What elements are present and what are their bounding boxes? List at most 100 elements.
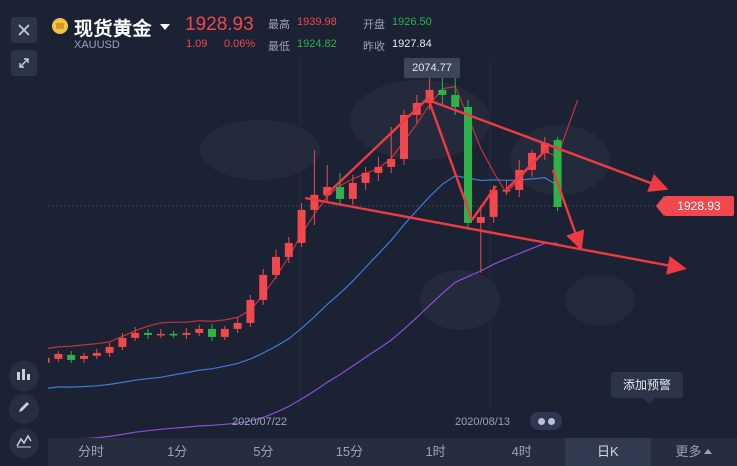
left-tool-rail: [0, 0, 48, 466]
last-price: 1928.93: [185, 14, 254, 35]
ma-lower-line: [83, 242, 558, 438]
candle: [80, 352, 88, 363]
candle-body: [67, 354, 76, 360]
chevron-down-icon[interactable]: [160, 24, 170, 30]
candle: [348, 174, 357, 205]
candle-body: [387, 158, 396, 167]
add-alert-button[interactable]: 添加预警: [611, 372, 683, 404]
toggle-dot: [547, 417, 555, 425]
period-tabs: 分时 1分 5分 15分 1时 4时 日K 更多: [48, 438, 737, 466]
candle: [284, 236, 293, 263]
quote-header: 现货黄金 XAUUSD 1928.93 1.09 0.06% 最高 1939.9…: [52, 10, 472, 54]
open-value: 1926.50: [392, 16, 432, 28]
candle-body: [156, 333, 165, 336]
symbol-code: XAUUSD: [74, 39, 120, 51]
indicator-icon: [15, 366, 33, 387]
tab-timeshare[interactable]: 分时: [48, 438, 134, 466]
candle-body: [336, 186, 344, 199]
tab-daily[interactable]: 日K: [564, 438, 651, 466]
candle-body: [220, 328, 229, 337]
chevron-up-icon: [704, 449, 713, 454]
candle-body: [92, 352, 101, 356]
current-price-tag: 1928.93: [656, 196, 734, 216]
tab-15min[interactable]: 15分: [306, 438, 392, 466]
toggle-dot: [537, 417, 545, 425]
candle: [208, 323, 216, 341]
expand-icon: [17, 56, 31, 70]
draw-button[interactable]: [9, 394, 39, 424]
candle-body: [54, 353, 63, 359]
candle: [92, 348, 101, 359]
candle-body: [118, 337, 127, 347]
candle-body: [348, 182, 357, 199]
candle-body: [105, 346, 114, 353]
prev-close-label: 昨收: [363, 41, 385, 53]
low-label: 最低: [268, 41, 290, 53]
candle-body: [284, 242, 293, 257]
date-label-1: 2020/07/22: [232, 416, 288, 428]
candle: [297, 202, 306, 247]
tab-1min[interactable]: 1分: [134, 438, 220, 466]
candle-body: [246, 299, 255, 323]
candle: [246, 294, 255, 327]
line-chart-icon: [16, 434, 32, 453]
high-value: 1939.98: [297, 16, 337, 28]
candle: [272, 249, 280, 279]
candle-body: [438, 89, 447, 95]
candle: [323, 164, 332, 203]
candle-body: [233, 322, 242, 329]
candle: [374, 156, 383, 181]
expand-button[interactable]: [11, 50, 37, 76]
pencil-icon: [17, 400, 31, 419]
candle: [144, 328, 152, 339]
price-change: 1.09: [186, 38, 208, 50]
candle: [67, 350, 76, 363]
candle: [54, 350, 63, 362]
candle-body: [361, 172, 370, 183]
scroll-toggle[interactable]: [530, 412, 562, 430]
chart-type-button[interactable]: [9, 428, 39, 458]
close-icon: [17, 23, 31, 37]
peak-price-label: 2074.77: [404, 58, 460, 78]
candle: [182, 327, 191, 339]
close-button[interactable]: [11, 17, 37, 43]
symbol-name[interactable]: 现货黄金: [74, 14, 152, 41]
chart-app: 现货黄金 XAUUSD 1928.93 1.09 0.06% 最高 1939.9…: [0, 0, 737, 466]
candle-body: [131, 332, 140, 338]
candle: [233, 316, 242, 333]
candle: [156, 328, 165, 338]
candle-body: [169, 333, 178, 336]
tab-5min[interactable]: 5分: [220, 438, 306, 466]
candle-body: [144, 332, 152, 335]
tab-more-label: 更多: [675, 444, 702, 459]
candle-body: [374, 166, 383, 173]
date-label-2: 2020/08/13: [455, 416, 511, 428]
candle-body: [259, 274, 268, 300]
high-label: 最高: [268, 19, 290, 31]
candle-body: [297, 209, 306, 243]
tab-1hour[interactable]: 1时: [393, 438, 479, 466]
candle-body: [182, 332, 191, 335]
candle-body: [80, 355, 88, 359]
tab-4hour[interactable]: 4时: [479, 438, 565, 466]
candle-body: [310, 194, 319, 210]
candle-body: [195, 328, 204, 333]
candle: [131, 326, 140, 341]
price-change-pct: 0.06%: [224, 38, 256, 50]
gold-coin-icon: [52, 18, 68, 34]
indicator-button[interactable]: [9, 361, 39, 391]
candle: [259, 268, 268, 305]
candle: [169, 330, 178, 338]
prev-close-value: 1927.84: [392, 38, 432, 50]
candle-body: [272, 256, 280, 275]
low-value: 1924.82: [297, 38, 337, 50]
candle: [195, 324, 204, 336]
open-label: 开盘: [363, 19, 385, 31]
candle-body: [208, 328, 216, 337]
candle: [105, 342, 114, 357]
candle: [361, 166, 370, 190]
tab-more[interactable]: 更多: [651, 438, 737, 466]
candle-body: [451, 94, 460, 107]
candle: [476, 204, 485, 273]
candle: [220, 325, 229, 340]
